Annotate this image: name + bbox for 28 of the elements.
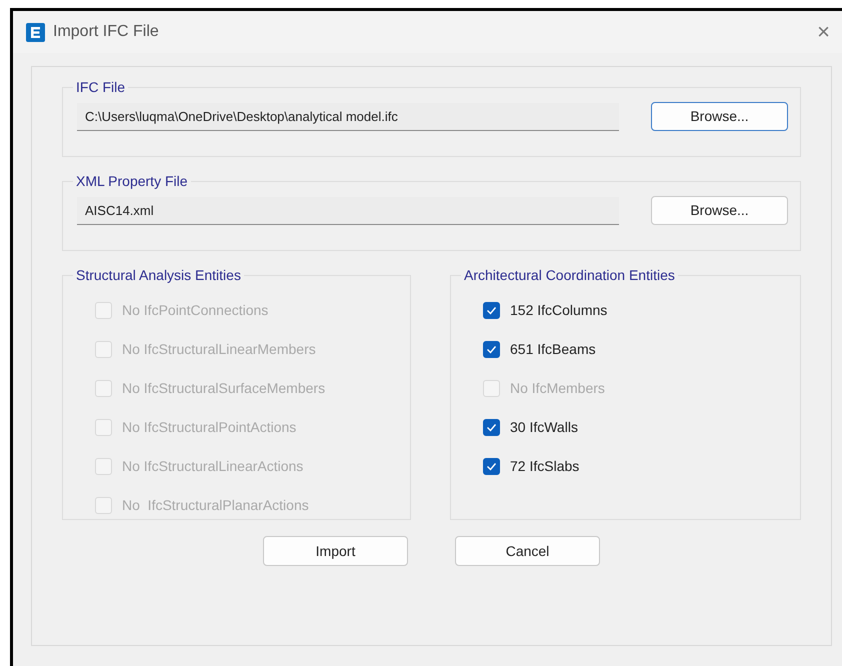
checkbox-label: No IfcStructuralLinearMembers: [122, 340, 316, 359]
checkbox[interactable]: [483, 302, 500, 319]
checkbox-label: No IfcStructuralPlanarActions: [122, 496, 309, 515]
xml-file-path-field[interactable]: AISC14.xml: [77, 196, 619, 224]
checkbox-label: No IfcStructuralPointActions: [122, 418, 296, 437]
browse-button[interactable]: Browse...: [651, 102, 788, 131]
checkmark-icon: [486, 462, 497, 471]
checkbox-label: No IfcMembers: [510, 379, 605, 398]
checkbox-label: No IfcStructuralSurfaceMembers: [122, 379, 326, 398]
close-button[interactable]: ×: [815, 21, 832, 43]
checkbox-label: No IfcStructuralLinearActions: [122, 457, 304, 476]
checkbox-label: No IfcPointConnections: [122, 301, 268, 320]
cancel-button[interactable]: Cancel: [455, 536, 600, 566]
checkbox-label: 30 IfcWalls: [510, 418, 578, 437]
checkmark-icon: [486, 423, 497, 432]
checkmark-icon: [486, 306, 497, 315]
checkbox-label: 152 IfcColumns: [510, 301, 608, 320]
import-button[interactable]: Import: [263, 536, 408, 566]
app-logo-icon: [26, 22, 45, 42]
checkbox[interactable]: [483, 458, 500, 475]
ifc-file-path-field[interactable]: C:\Users\luqma\OneDrive\Desktop\analytical model.ifc: [77, 102, 619, 130]
checkbox-label: 651 IfcBeams: [510, 340, 596, 359]
checkbox[interactable]: [483, 419, 500, 436]
window-title: Import IFC File: [53, 22, 159, 42]
checkbox-label: 72 IfcSlabs: [510, 457, 580, 476]
checkbox[interactable]: [483, 341, 500, 358]
checkmark-icon: [486, 345, 497, 354]
browse-button[interactable]: Browse...: [651, 196, 788, 225]
